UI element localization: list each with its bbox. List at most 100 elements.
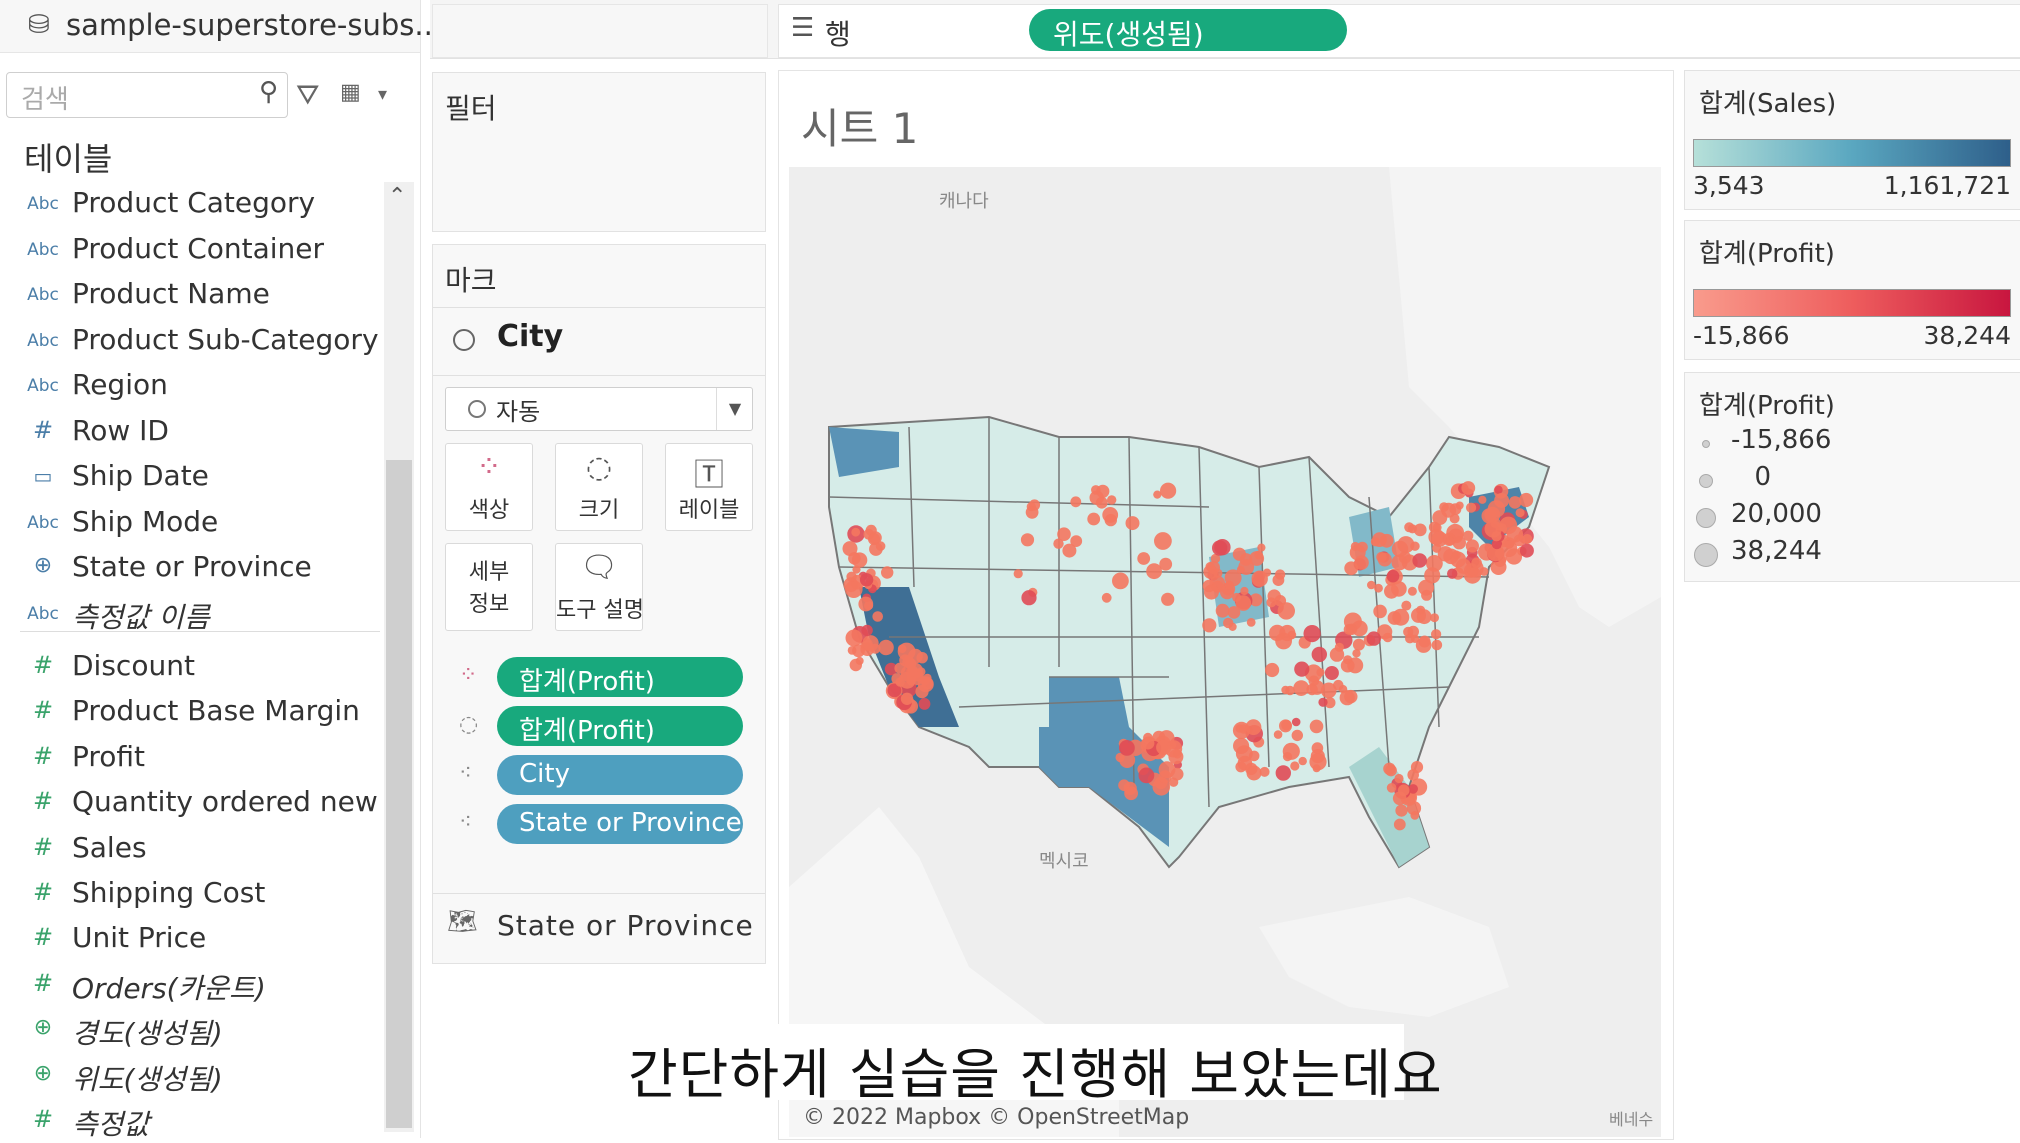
city-marker[interactable] (1445, 536, 1455, 546)
city-marker[interactable] (1316, 668, 1325, 677)
field-measures[interactable]: # Discount (0, 647, 380, 689)
map[interactable]: 캐나다 멕시코 베네수 (789, 167, 1661, 1137)
city-marker[interactable] (852, 565, 861, 574)
city-marker[interactable] (1309, 719, 1324, 734)
city-marker[interactable] (1410, 811, 1420, 820)
city-marker[interactable] (1318, 697, 1328, 707)
field-dimensions[interactable]: # Row ID (0, 412, 380, 454)
city-marker[interactable] (1430, 613, 1439, 623)
field-measures[interactable]: # 측정값 (0, 1101, 380, 1143)
city-marker[interactable] (1101, 592, 1112, 603)
city-marker[interactable] (1455, 501, 1464, 510)
city-marker[interactable] (1447, 568, 1458, 579)
field-measures[interactable]: # Profit (0, 738, 380, 780)
city-marker[interactable] (1373, 604, 1387, 619)
city-marker[interactable] (1370, 537, 1380, 547)
city-marker[interactable] (1494, 493, 1510, 508)
marks-pill-size[interactable]: 합계(Profit) (497, 706, 743, 746)
marks-pill-detail[interactable]: City (497, 755, 743, 795)
city-marker[interactable] (1519, 492, 1534, 508)
search-input[interactable]: 검색 ⚲ (6, 72, 288, 118)
size-legend-item[interactable]: -15,866 (1685, 425, 2020, 461)
city-marker[interactable] (1407, 769, 1419, 781)
city-marker[interactable] (1096, 484, 1110, 498)
city-marker[interactable] (1138, 767, 1155, 784)
size-legend-item[interactable]: 38,244 (1685, 536, 2020, 572)
city-marker[interactable] (918, 698, 931, 710)
city-marker[interactable] (1413, 523, 1427, 537)
city-marker[interactable] (845, 629, 863, 647)
city-marker[interactable] (1240, 586, 1249, 596)
city-marker[interactable] (1465, 539, 1479, 553)
city-marker[interactable] (1224, 580, 1234, 590)
city-marker[interactable] (1407, 586, 1417, 596)
city-marker[interactable] (1519, 543, 1534, 558)
field-measures[interactable]: ⊕ 경도(생성됨) (0, 1010, 380, 1052)
city-marker[interactable] (1392, 608, 1410, 626)
city-marker[interactable] (1343, 624, 1355, 635)
city-marker[interactable] (1102, 507, 1119, 523)
city-marker[interactable] (1246, 765, 1262, 781)
city-marker[interactable] (1290, 761, 1300, 771)
city-marker[interactable] (1118, 779, 1130, 791)
city-marker[interactable] (1291, 717, 1301, 727)
city-marker[interactable] (1394, 773, 1404, 784)
city-marker[interactable] (1158, 761, 1176, 779)
chevron-down-icon[interactable]: ▾ (378, 84, 387, 105)
city-marker[interactable] (1386, 783, 1397, 793)
city-marker[interactable] (1461, 481, 1476, 495)
map-canvas[interactable]: 캐나다 멕시코 베네수 (789, 167, 1661, 1137)
city-marker[interactable] (915, 685, 929, 699)
city-marker[interactable] (1398, 551, 1412, 564)
sheet-title[interactable]: 시트 1 (801, 95, 918, 156)
view-options-icon[interactable]: ▦ (340, 80, 361, 105)
city-marker[interactable] (916, 667, 926, 677)
field-dimensions[interactable]: Abc Product Container (0, 230, 380, 272)
city-marker[interactable] (1404, 522, 1415, 533)
field-dimensions[interactable]: Abc 측정값 이름 (0, 594, 380, 636)
city-marker[interactable] (1354, 555, 1369, 570)
city-marker[interactable] (1168, 749, 1184, 765)
field-dimensions[interactable]: Abc Ship Mode (0, 503, 380, 545)
city-marker[interactable] (1021, 590, 1037, 606)
city-marker[interactable] (1408, 784, 1418, 794)
city-marker[interactable] (916, 652, 928, 664)
field-dimensions[interactable]: Abc Product Name (0, 275, 380, 317)
city-marker[interactable] (909, 665, 918, 675)
city-marker[interactable] (1311, 646, 1327, 663)
city-marker[interactable] (1251, 570, 1268, 587)
city-marker[interactable] (1515, 508, 1525, 518)
profit-size-legend[interactable]: 합계(Profit) -15,866 0 20,000 38,244 (1684, 372, 2020, 582)
field-measures[interactable]: # Sales (0, 829, 380, 871)
city-marker[interactable] (1137, 552, 1151, 565)
size-legend-item[interactable]: 20,000 (1685, 499, 2020, 535)
city-marker[interactable] (1303, 625, 1321, 643)
city-marker[interactable] (1070, 496, 1082, 508)
city-marker[interactable] (895, 677, 905, 687)
marks-pill-detail[interactable]: State or Province (497, 804, 743, 844)
city-marker[interactable] (906, 676, 916, 686)
city-marker[interactable] (842, 541, 858, 557)
city-marker[interactable] (1107, 495, 1117, 505)
rows-pill-latitude[interactable]: 위도(생성됨) (1029, 9, 1347, 51)
city-marker[interactable] (1273, 730, 1283, 739)
city-marker[interactable] (1320, 682, 1337, 699)
city-marker[interactable] (1161, 592, 1175, 606)
marks-pill-color[interactable]: 합계(Profit) (497, 657, 743, 697)
city-marker[interactable] (868, 533, 880, 546)
city-marker[interactable] (861, 624, 873, 637)
city-marker[interactable] (1352, 638, 1365, 651)
city-marker[interactable] (1159, 557, 1173, 571)
city-marker[interactable] (1025, 505, 1039, 519)
city-marker[interactable] (900, 692, 914, 705)
city-marker[interactable] (1246, 618, 1256, 627)
city-marker[interactable] (1466, 502, 1477, 513)
city-marker[interactable] (872, 611, 883, 622)
city-marker[interactable] (1294, 661, 1310, 677)
city-marker[interactable] (1202, 618, 1217, 633)
city-marker[interactable] (1412, 553, 1427, 568)
city-marker[interactable] (1478, 495, 1487, 504)
city-marker[interactable] (1491, 531, 1502, 542)
city-marker[interactable] (1432, 510, 1448, 526)
city-marker[interactable] (1410, 634, 1420, 643)
